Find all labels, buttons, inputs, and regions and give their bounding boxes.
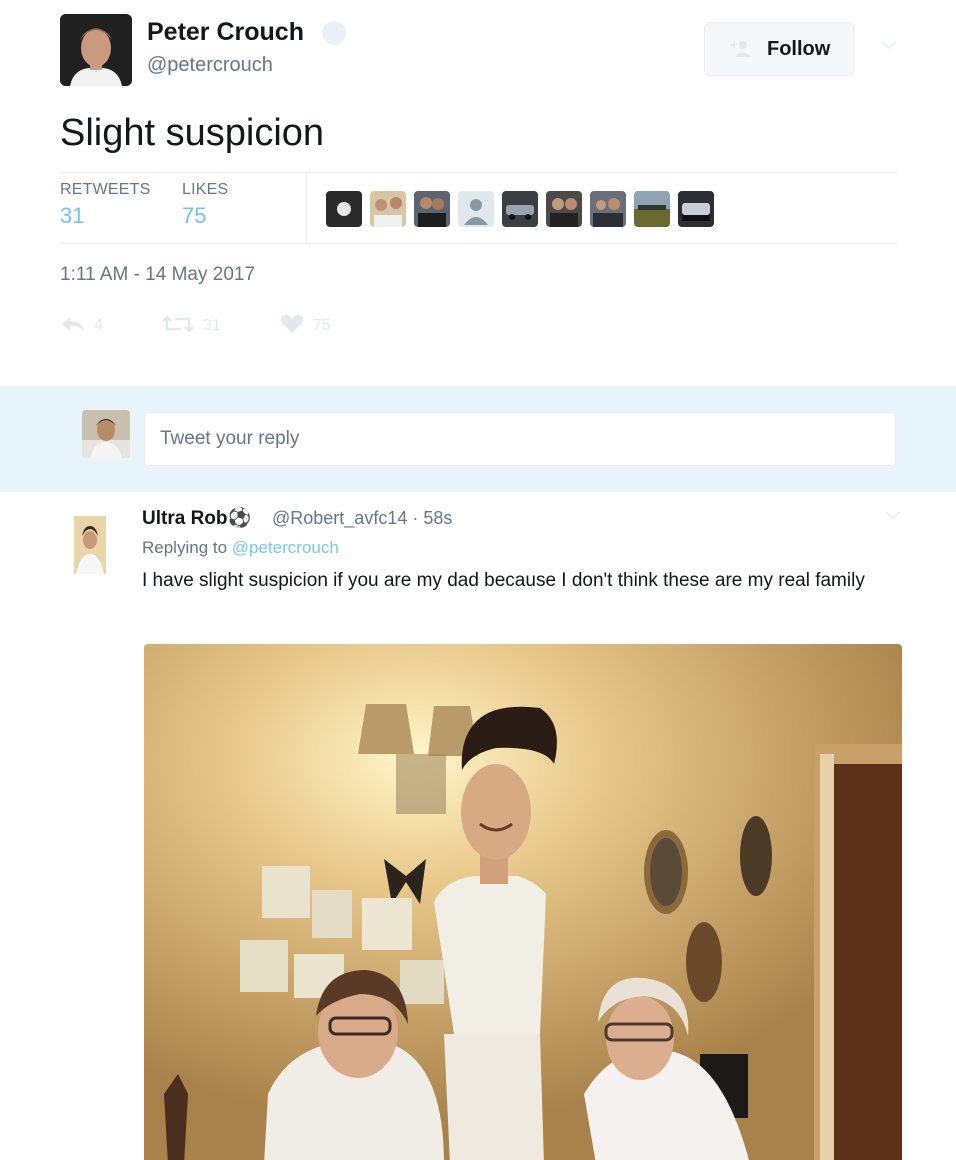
follow-button[interactable]: Follow	[704, 22, 854, 76]
liker-avatar[interactable]	[502, 191, 538, 227]
liker-avatar[interactable]	[458, 191, 494, 227]
follow-user-icon	[729, 39, 759, 59]
likes-value: 75	[182, 203, 207, 228]
liker-avatar[interactable]	[678, 191, 714, 227]
follow-label: Follow	[767, 37, 831, 60]
caret-down-icon[interactable]	[884, 508, 902, 522]
reply-meta[interactable]: @Robert_avfc14 · 58s	[272, 508, 452, 529]
tweet-text: Slight suspicion	[60, 112, 325, 154]
replying-to: Replying to @petercrouch	[142, 538, 339, 558]
liker-avatar[interactable]	[546, 191, 582, 227]
reply-icon	[60, 313, 86, 340]
like-icon	[279, 313, 305, 340]
verified-icon	[322, 21, 346, 45]
user-avatar[interactable]	[82, 410, 130, 458]
author-handle[interactable]: @petercrouch	[147, 54, 273, 77]
retweets-stat[interactable]: RETWEETS 31	[60, 181, 151, 229]
main-tweet: Peter Crouch @petercrouch Follow Slight …	[0, 0, 956, 386]
tweet-stats: RETWEETS 31 LIKES 75	[60, 172, 898, 244]
stats-divider	[306, 173, 307, 243]
retweet-icon	[161, 313, 195, 340]
replying-mention[interactable]: @petercrouch	[232, 538, 339, 557]
reply-author-name[interactable]: Ultra Rob⚽	[142, 506, 251, 530]
reply-author-avatar[interactable]	[74, 516, 106, 574]
replying-prefix: Replying to	[142, 538, 228, 557]
reply-composer: Tweet your reply	[0, 386, 956, 492]
caret-down-icon[interactable]	[880, 38, 898, 52]
likes-label: LIKES	[182, 181, 229, 198]
reply-text: I have slight suspicion if you are my da…	[142, 570, 865, 591]
liker-avatar[interactable]	[634, 191, 670, 227]
liker-avatar[interactable]	[414, 191, 450, 227]
liker-avatar[interactable]	[370, 191, 406, 227]
tweet-actions: 4 31 75	[60, 312, 389, 340]
retweet-action[interactable]: 31	[161, 313, 221, 340]
author-avatar[interactable]	[60, 14, 132, 86]
reply-input[interactable]: Tweet your reply	[144, 412, 896, 466]
author-name[interactable]: Peter Crouch	[147, 18, 304, 47]
like-count: 75	[312, 317, 331, 334]
likers-avatars	[326, 191, 714, 227]
tweet-timestamp[interactable]: 1:11 AM - 14 May 2017	[60, 264, 255, 286]
retweets-value: 31	[60, 203, 85, 228]
reply-action[interactable]: 4	[60, 313, 103, 340]
reply-count: 4	[94, 317, 103, 334]
reply-tweet: Ultra Rob⚽ @Robert_avfc14 · 58s Replying…	[0, 492, 956, 1160]
reply-photo[interactable]	[144, 644, 902, 1160]
retweet-count: 31	[202, 317, 221, 334]
like-action[interactable]: 75	[279, 313, 331, 340]
liker-avatar[interactable]	[326, 191, 362, 227]
likes-stat[interactable]: LIKES 75	[182, 181, 228, 229]
retweets-label: RETWEETS	[60, 181, 151, 198]
liker-avatar[interactable]	[590, 191, 626, 227]
